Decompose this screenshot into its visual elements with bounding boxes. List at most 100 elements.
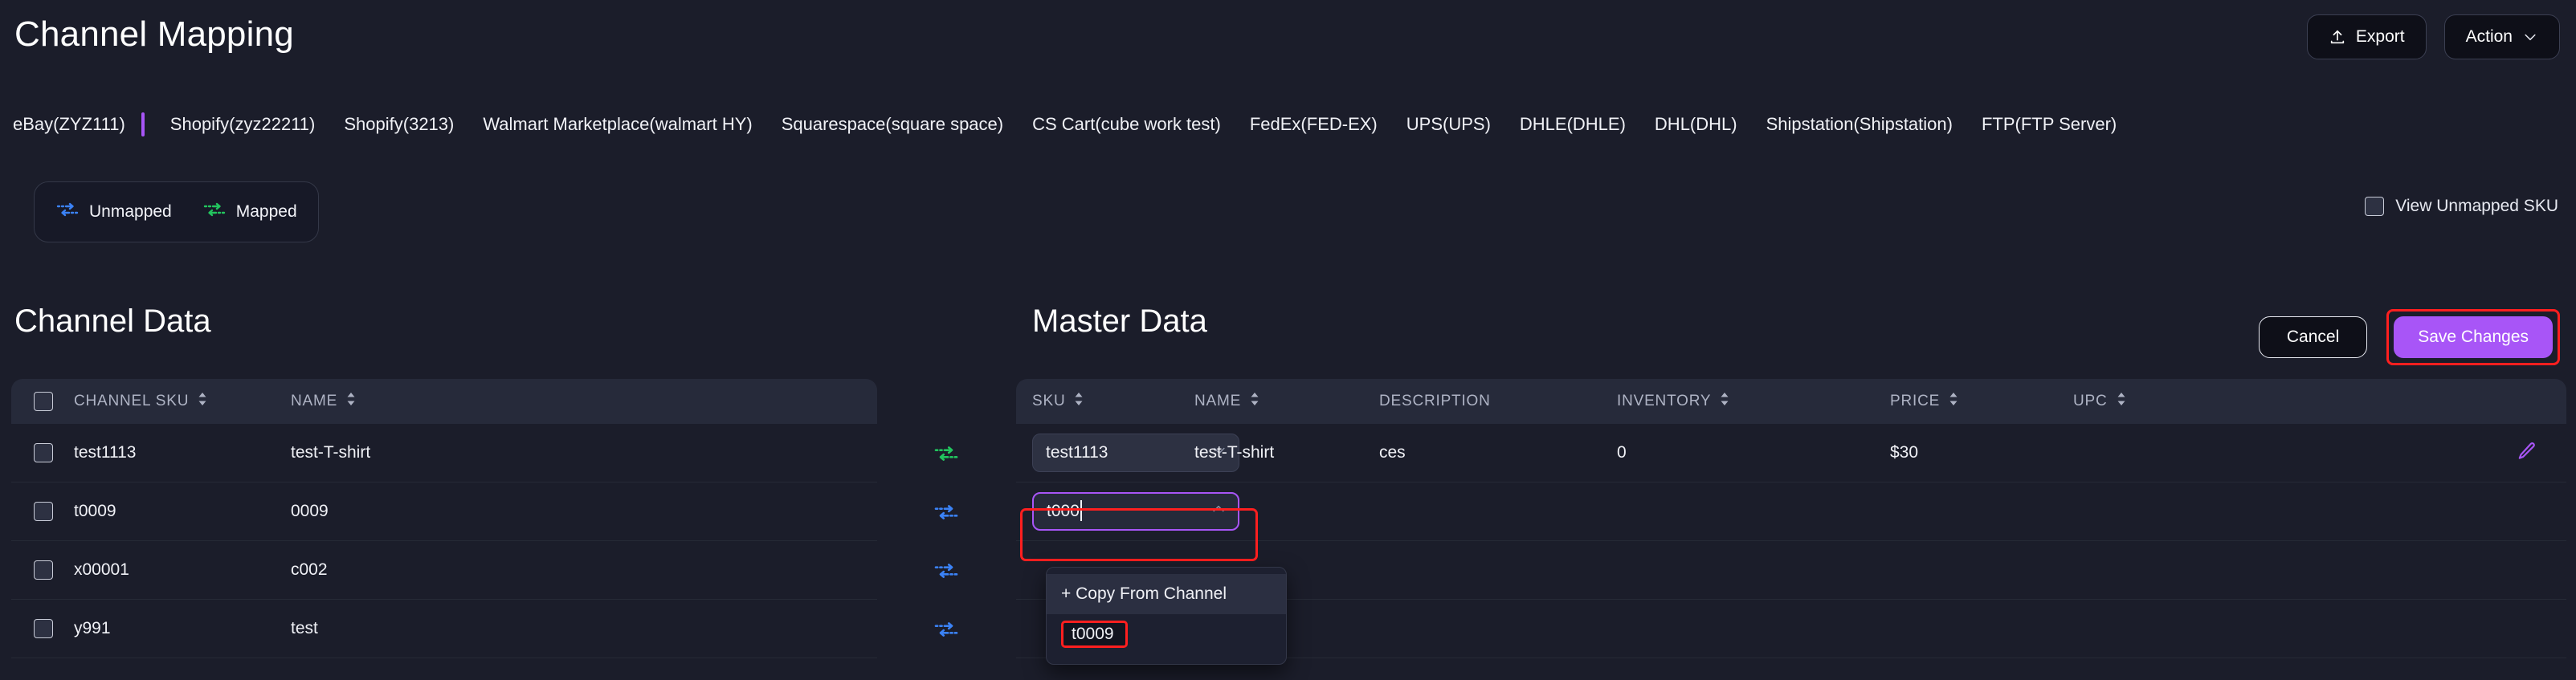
tab-squarespace[interactable]: Squarespace(square space) xyxy=(767,106,1018,143)
master-description-value: ces xyxy=(1379,443,1617,462)
master-sku-cell: test1113 xyxy=(1016,434,1194,472)
table-row[interactable]: y991 test xyxy=(11,600,877,658)
channel-sku-value: x00001 xyxy=(74,560,291,580)
legend-unmapped-label: Unmapped xyxy=(89,202,172,222)
mapping-status-unmapped[interactable] xyxy=(877,541,1015,600)
sort-icon xyxy=(345,392,357,411)
export-label: Export xyxy=(2356,27,2405,47)
export-button[interactable]: Export xyxy=(2307,14,2427,59)
tab-ebay[interactable]: eBay(ZYZ111) xyxy=(13,106,140,143)
channel-name-value: test-T-shirt xyxy=(291,443,877,462)
master-col-name[interactable]: NAME xyxy=(1194,392,1379,411)
master-sku-combobox-input[interactable]: t000 xyxy=(1047,502,1080,521)
mapping-status-unmapped[interactable] xyxy=(877,483,1015,541)
master-col-sku[interactable]: SKU xyxy=(1016,392,1194,411)
mapping-arrows-column xyxy=(877,424,1015,658)
chevron-up-icon[interactable] xyxy=(1210,501,1227,522)
mapped-arrows-icon xyxy=(933,443,960,464)
dropdown-copy-from-channel[interactable]: + Copy From Channel xyxy=(1047,574,1286,614)
channel-col-channel-sku[interactable]: CHANNEL SKU xyxy=(74,392,291,411)
channel-select-all-cell xyxy=(11,392,74,411)
row-checkbox[interactable] xyxy=(34,502,53,521)
channel-col-channel-sku-label: CHANNEL SKU xyxy=(74,393,189,410)
action-button[interactable]: Action xyxy=(2444,14,2560,59)
master-col-inventory[interactable]: INVENTORY xyxy=(1617,392,1890,411)
channel-sku-value: test1113 xyxy=(74,443,291,462)
sort-icon xyxy=(1948,392,1959,411)
table-row[interactable]: test1113 test-T-shirt ces 0 $30 xyxy=(1016,424,2566,483)
upload-icon xyxy=(2329,28,2346,46)
unmapped-arrows-icon xyxy=(55,200,80,224)
row-select-cell xyxy=(11,502,74,521)
master-col-upc-label: UPC xyxy=(2073,393,2108,410)
channel-sku-value: t0009 xyxy=(74,502,291,521)
master-col-price[interactable]: PRICE xyxy=(1890,392,2073,411)
master-sku-combobox[interactable]: t000 xyxy=(1032,492,1239,531)
channel-name-value: c002 xyxy=(291,560,877,580)
sort-icon xyxy=(1249,392,1260,411)
channel-tabs: eBay(ZYZ111) Shopify(zyz22211) Shopify(3… xyxy=(0,106,2576,143)
mapping-status-mapped[interactable] xyxy=(877,424,1015,483)
tab-shopify-zyz22211[interactable]: Shopify(zyz22211) xyxy=(156,106,330,143)
dropdown-option-t0009[interactable]: t0009 xyxy=(1061,621,1128,648)
page-title: Channel Mapping xyxy=(14,14,294,55)
mapping-status-unmapped[interactable] xyxy=(877,600,1015,658)
tab-fedex[interactable]: FedEx(FED-EX) xyxy=(1235,106,1392,143)
master-sku-cell: t000 xyxy=(1016,492,1194,531)
tab-cs-cart[interactable]: CS Cart(cube work test) xyxy=(1018,106,1235,143)
active-tab-indicator xyxy=(141,112,145,136)
tab-walmart-marketplace[interactable]: Walmart Marketplace(walmart HY) xyxy=(468,106,766,143)
view-unmapped-sku-toggle[interactable]: View Unmapped SKU xyxy=(2365,197,2558,216)
master-col-description: DESCRIPTION xyxy=(1379,393,1617,410)
master-price-value: $30 xyxy=(1890,443,2073,462)
row-checkbox[interactable] xyxy=(34,619,53,638)
mapped-arrows-icon xyxy=(202,200,227,224)
unmapped-arrows-icon xyxy=(933,502,960,523)
legend-unmapped[interactable]: Unmapped xyxy=(55,200,172,224)
table-row[interactable]: t000 xyxy=(1016,483,2566,541)
unmapped-arrows-icon xyxy=(933,619,960,640)
channel-sku-value: y991 xyxy=(74,619,291,638)
channel-data-title: Channel Data xyxy=(14,303,211,340)
master-col-description-label: DESCRIPTION xyxy=(1379,393,1491,410)
page-header: Channel Mapping Export Action xyxy=(0,0,2576,88)
chevron-down-icon xyxy=(2522,29,2538,45)
master-col-upc[interactable]: UPC xyxy=(2073,392,2282,411)
select-all-checkbox[interactable] xyxy=(34,392,53,411)
legend-mapped-label: Mapped xyxy=(236,202,297,222)
sort-icon xyxy=(1719,392,1730,411)
save-changes-button[interactable]: Save Changes xyxy=(2394,316,2553,358)
tab-shipstation[interactable]: Shipstation(Shipstation) xyxy=(1752,106,1967,143)
row-checkbox[interactable] xyxy=(34,560,53,580)
tab-ftp[interactable]: FTP(FTP Server) xyxy=(1967,106,2131,143)
channel-col-name[interactable]: NAME xyxy=(291,392,877,411)
tab-dhle[interactable]: DHLE(DHLE) xyxy=(1505,106,1640,143)
dropdown-option-row[interactable]: t0009 xyxy=(1047,614,1286,654)
view-unmapped-sku-label: View Unmapped SKU xyxy=(2395,197,2558,216)
master-sku-select-value: test1113 xyxy=(1046,443,1108,462)
master-col-sku-label: SKU xyxy=(1032,393,1065,410)
sort-icon xyxy=(1073,392,1084,411)
table-row[interactable]: t0009 0009 xyxy=(11,483,877,541)
master-actions-cell xyxy=(2282,441,2566,466)
tab-dhl[interactable]: DHL(DHL) xyxy=(1640,106,1752,143)
cancel-button[interactable]: Cancel xyxy=(2259,316,2367,358)
legend-mapped[interactable]: Mapped xyxy=(202,200,297,224)
sku-dropdown-menu: + Copy From Channel t0009 xyxy=(1046,567,1287,665)
table-row[interactable]: test1113 test-T-shirt xyxy=(11,424,877,483)
save-changes-highlight: Save Changes xyxy=(2386,309,2560,365)
master-col-name-label: NAME xyxy=(1194,393,1241,410)
pencil-icon[interactable] xyxy=(2517,441,2537,466)
tab-ups[interactable]: UPS(UPS) xyxy=(1392,106,1505,143)
row-checkbox[interactable] xyxy=(34,443,53,462)
row-select-cell xyxy=(11,560,74,580)
master-col-price-label: PRICE xyxy=(1890,393,1940,410)
header-actions: Export Action xyxy=(2307,14,2560,59)
master-col-inventory-label: INVENTORY xyxy=(1617,393,1711,410)
table-row[interactable]: x00001 c002 xyxy=(11,541,877,600)
action-label: Action xyxy=(2466,27,2513,47)
tab-shopify-3213[interactable]: Shopify(3213) xyxy=(329,106,468,143)
master-name-value: test-T-shirt xyxy=(1194,443,1379,462)
view-unmapped-sku-checkbox[interactable] xyxy=(2365,197,2384,216)
unmapped-arrows-icon xyxy=(933,560,960,581)
